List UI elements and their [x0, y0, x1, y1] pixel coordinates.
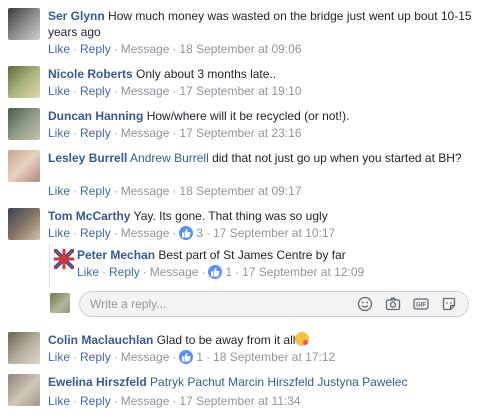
message-link[interactable]: Message — [121, 126, 170, 140]
reply-link[interactable]: Reply — [80, 42, 111, 56]
commenter-name[interactable]: Lesley Burrell — [48, 151, 127, 165]
reply-input[interactable]: Write a reply... GIF — [79, 291, 469, 317]
reaction-count[interactable]: 3 — [179, 226, 203, 240]
flag-avatar-icon — [54, 249, 74, 269]
reply-link[interactable]: Reply — [80, 394, 111, 408]
reply-link[interactable]: Reply — [109, 265, 140, 279]
comment-actions: Like · Reply · Message · 17 September at 19:10 — [48, 84, 302, 98]
timestamp[interactable]: 17 September at 12:09 — [242, 265, 364, 279]
avatar[interactable] — [8, 208, 40, 240]
commenter-name[interactable]: Ewelina Hirszfeld — [48, 375, 147, 389]
comment-text: Glad to be away from it all — [156, 333, 296, 347]
avatar[interactable] — [8, 8, 40, 40]
kiss-emoji-icon — [295, 332, 310, 346]
commenter-name[interactable]: Colin Maclauchlan — [48, 333, 153, 347]
like-link[interactable]: Like — [48, 42, 70, 56]
like-link[interactable]: Like — [48, 184, 70, 198]
comment-actions: Like · Reply · Message · 18 September at 09:06 — [48, 42, 302, 56]
comment-actions: Like · Reply · Message · 1 · 17 September at 12:… — [77, 265, 365, 279]
avatar[interactable] — [8, 150, 40, 182]
comment-actions: Like · Reply · Message · 1 · 18 September at 17:… — [48, 350, 336, 364]
reply-link[interactable]: Reply — [80, 184, 111, 198]
message-link[interactable]: Message — [121, 394, 170, 408]
like-link[interactable]: Like — [48, 226, 70, 240]
timestamp[interactable]: 17 September at 11:34 — [179, 394, 300, 408]
comment-text: did that not just go up when you started… — [212, 151, 462, 165]
message-link[interactable]: Message — [150, 265, 199, 279]
comment-text: Only about 3 months late.. — [136, 67, 277, 81]
sticker-icon[interactable] — [441, 296, 457, 312]
smiley-icon[interactable] — [357, 296, 373, 312]
thread-line — [49, 244, 50, 288]
comment-text: How much money was wasted on the bridge … — [48, 9, 472, 39]
timestamp[interactable]: 17 September at 10:17 — [213, 226, 335, 240]
tagged-user[interactable]: Andrew Burrell — [130, 151, 209, 165]
reply-link[interactable]: Reply — [80, 350, 111, 364]
reply-link[interactable]: Reply — [80, 126, 111, 140]
reaction-count[interactable]: 1 — [179, 350, 203, 364]
commenter-name[interactable]: Ser Glynn — [48, 9, 105, 23]
tagged-users[interactable]: Patryk Pachut Marcin Hirszfeld Justyna P… — [150, 375, 407, 389]
timestamp[interactable]: 18 September at 09:06 — [179, 42, 301, 56]
like-link[interactable]: Like — [48, 84, 70, 98]
avatar[interactable] — [53, 248, 75, 270]
commenter-name[interactable]: Nicole Roberts — [48, 67, 133, 81]
comment-actions: Like · Reply · Message · 17 September at 23:16 — [48, 126, 302, 140]
thumbs-up-icon — [208, 265, 223, 279]
like-link[interactable]: Like — [48, 350, 70, 364]
comment-text: Best part of St James Centre by far — [158, 248, 346, 262]
comment-actions: Like · Reply · Message · 3 · 17 September at 10:… — [48, 226, 336, 240]
message-link[interactable]: Message — [121, 226, 170, 240]
camera-icon[interactable] — [385, 296, 401, 312]
timestamp[interactable]: 18 September at 17:12 — [213, 350, 335, 364]
gif-icon[interactable]: GIF — [413, 296, 429, 312]
avatar[interactable] — [8, 374, 40, 406]
like-link[interactable]: Like — [48, 126, 70, 140]
like-link[interactable]: Like — [77, 265, 99, 279]
timestamp[interactable]: 17 September at 23:16 — [179, 126, 301, 140]
timestamp[interactable]: 18 September at 09:17 — [179, 184, 301, 198]
timestamp[interactable]: 17 September at 19:10 — [179, 84, 301, 98]
current-user-avatar — [50, 293, 70, 313]
commenter-name[interactable]: Tom McCarthy — [48, 209, 130, 223]
avatar[interactable] — [8, 66, 40, 98]
avatar[interactable] — [8, 108, 40, 140]
thumbs-up-icon — [179, 226, 194, 240]
message-link[interactable]: Message — [121, 84, 170, 98]
reply-link[interactable]: Reply — [80, 226, 111, 240]
commenter-name[interactable]: Duncan Hanning — [48, 109, 143, 123]
svg-text:GIF: GIF — [416, 303, 426, 309]
commenter-name[interactable]: Peter Mechan — [77, 248, 155, 262]
comment-text: Yay. Its gone. That thing was so ugly — [133, 209, 328, 223]
comment-text: How/where will it be recycled (or not!). — [146, 109, 350, 123]
message-link[interactable]: Message — [121, 350, 170, 364]
comment-actions: Like · Reply · Message · 17 September at 11:34 — [48, 394, 301, 408]
thumbs-up-icon — [179, 350, 194, 364]
avatar[interactable] — [8, 332, 40, 364]
reply-link[interactable]: Reply — [80, 84, 111, 98]
reaction-count[interactable]: 1 — [208, 265, 232, 279]
message-link[interactable]: Message — [121, 42, 170, 56]
reply-placeholder: Write a reply... — [90, 297, 167, 311]
message-link[interactable]: Message — [121, 184, 170, 198]
comment-actions: Like · Reply · Message · 18 September at 09:17 — [48, 184, 302, 198]
like-link[interactable]: Like — [48, 394, 70, 408]
